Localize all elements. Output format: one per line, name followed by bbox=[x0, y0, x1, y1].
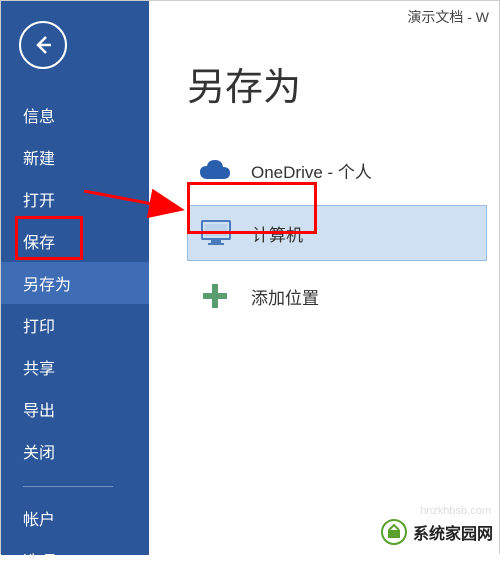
location-label: 添加位置 bbox=[251, 284, 319, 309]
location-onedrive[interactable]: OneDrive - 个人 bbox=[187, 143, 487, 197]
watermark: 系统家园网 bbox=[381, 519, 493, 545]
sidebar-item-options[interactable]: 选项 bbox=[1, 539, 149, 581]
sidebar-item-label: 新建 bbox=[23, 151, 55, 168]
arrow-left-icon bbox=[31, 33, 55, 57]
location-computer[interactable]: 计算机 bbox=[187, 205, 487, 261]
sidebar-item-label: 选项 bbox=[23, 554, 55, 571]
sidebar-item-save[interactable]: 保存 bbox=[1, 220, 149, 262]
sidebar-item-label: 保存 bbox=[23, 235, 55, 252]
sidebar-item-saveas[interactable]: 另存为 bbox=[1, 262, 149, 304]
backstage-sidebar: 信息 新建 打开 保存 另存为 打印 共享 导出 关闭 帐户 选项 bbox=[1, 1, 149, 555]
sidebar-item-label: 打印 bbox=[23, 319, 55, 336]
watermark-text: 系统家园网 bbox=[413, 520, 493, 544]
plus-icon bbox=[197, 281, 233, 311]
location-label: 计算机 bbox=[252, 221, 303, 246]
cloud-icon bbox=[197, 155, 233, 185]
sidebar-item-label: 信息 bbox=[23, 109, 55, 126]
document-title: 演示文档 - W bbox=[407, 7, 489, 27]
back-button[interactable] bbox=[19, 21, 67, 69]
watermark-logo-icon bbox=[381, 519, 407, 545]
watermark-url: hnzkhbsb.com bbox=[420, 505, 491, 517]
sidebar-item-new[interactable]: 新建 bbox=[1, 136, 149, 178]
sidebar-item-label: 打开 bbox=[23, 193, 55, 210]
sidebar-item-close[interactable]: 关闭 bbox=[1, 430, 149, 472]
sidebar-item-label: 另存为 bbox=[23, 277, 71, 294]
main-panel: 演示文档 - W 另存为 OneDrive - 个人 计算机 添加位置 bbox=[149, 1, 499, 555]
location-add-place[interactable]: 添加位置 bbox=[187, 269, 487, 323]
sidebar-item-print[interactable]: 打印 bbox=[1, 304, 149, 346]
sidebar-item-open[interactable]: 打开 bbox=[1, 178, 149, 220]
sidebar-item-label: 导出 bbox=[23, 403, 55, 420]
sidebar-item-account[interactable]: 帐户 bbox=[1, 497, 149, 539]
location-label: OneDrive - 个人 bbox=[251, 158, 372, 183]
sidebar-item-label: 关闭 bbox=[23, 445, 55, 462]
sidebar-item-label: 帐户 bbox=[23, 512, 55, 529]
computer-icon bbox=[198, 218, 234, 248]
sidebar-item-info[interactable]: 信息 bbox=[1, 94, 149, 136]
page-title: 另存为 bbox=[187, 56, 499, 111]
sidebar-item-export[interactable]: 导出 bbox=[1, 388, 149, 430]
save-locations: OneDrive - 个人 计算机 添加位置 bbox=[187, 143, 499, 323]
sidebar-divider bbox=[23, 486, 113, 487]
sidebar-item-label: 共享 bbox=[23, 361, 55, 378]
sidebar-item-share[interactable]: 共享 bbox=[1, 346, 149, 388]
sidebar-items: 信息 新建 打开 保存 另存为 打印 共享 导出 关闭 帐户 选项 bbox=[1, 94, 149, 581]
